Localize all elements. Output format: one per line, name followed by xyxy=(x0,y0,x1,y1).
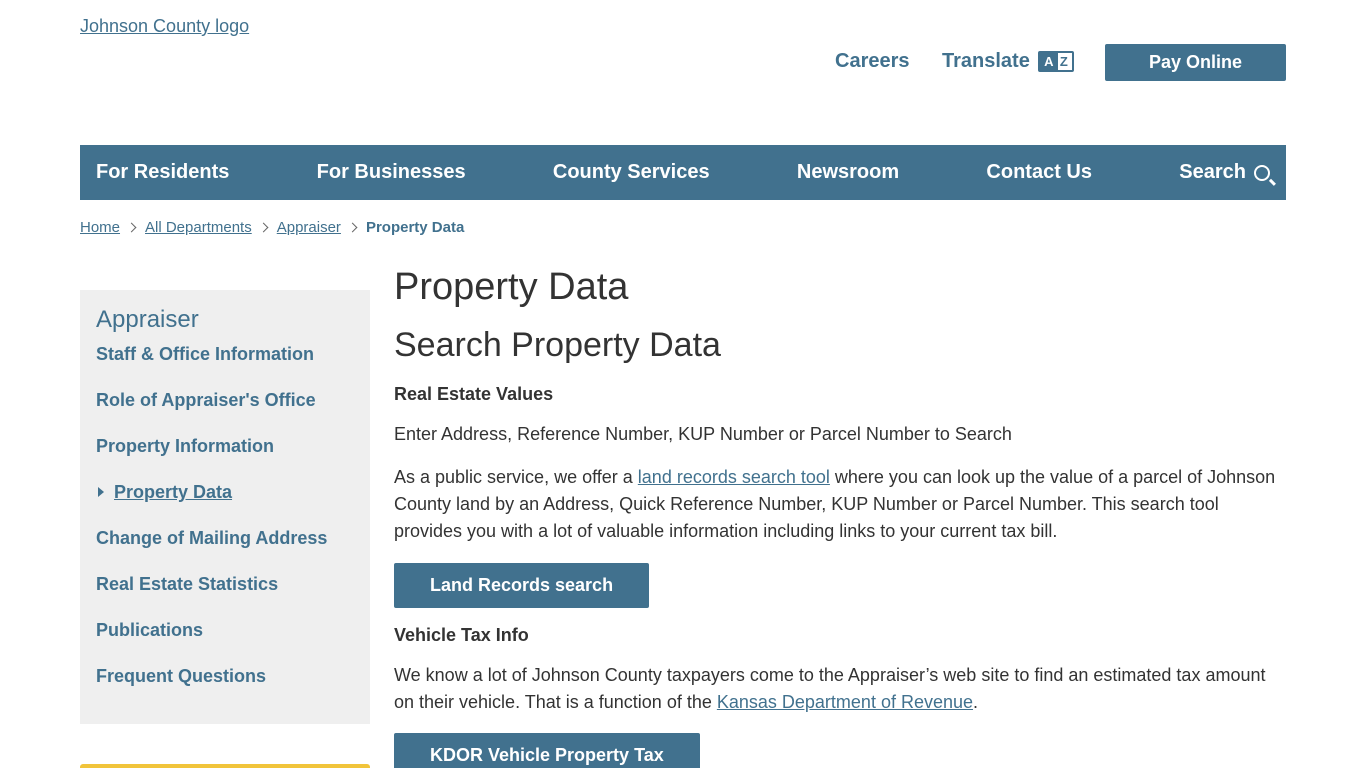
kdor-vehicle-tax-button[interactable]: KDOR Vehicle Property Tax xyxy=(394,733,700,768)
chevron-right-icon xyxy=(126,222,137,233)
sidebar-item-property-information[interactable]: Property Information xyxy=(96,434,354,480)
nav-county-services[interactable]: County Services xyxy=(553,161,710,184)
sidebar-title: Appraiser xyxy=(96,306,199,333)
sidebar-item-property-data[interactable]: Property Data xyxy=(96,480,354,526)
main-nav: For Residents For Businesses County Serv… xyxy=(80,145,1286,200)
nav-for-businesses[interactable]: For Businesses xyxy=(317,161,466,184)
sidebar-next-panel xyxy=(80,764,370,768)
breadcrumb-appraiser[interactable]: Appraiser xyxy=(277,219,341,236)
translate-az-icon: AZ xyxy=(1037,51,1074,72)
real-estate-body-before: As a public service, we offer a xyxy=(394,467,638,487)
chevron-right-icon xyxy=(258,222,269,233)
nav-search-label: Search xyxy=(1179,161,1246,183)
breadcrumb: Home All Departments Appraiser Property … xyxy=(80,219,464,236)
sidebar-item-frequent-questions[interactable]: Frequent Questions xyxy=(96,664,354,710)
land-records-search-link[interactable]: land records search tool xyxy=(638,467,830,487)
vehicle-body-after: . xyxy=(973,692,979,712)
johnson-county-logo[interactable]: Johnson County logo xyxy=(80,16,249,37)
pay-online-button[interactable]: Pay Online xyxy=(1105,44,1286,81)
search-icon xyxy=(1254,164,1270,181)
breadcrumb-all-departments[interactable]: All Departments xyxy=(145,219,252,236)
kansas-dept-revenue-link[interactable]: Kansas Department of Revenue xyxy=(717,692,973,712)
sidebar-item-publications[interactable]: Publications xyxy=(96,618,354,664)
sidebar-item-staff-office[interactable]: Staff & Office Information xyxy=(96,342,354,388)
nav-for-residents[interactable]: For Residents xyxy=(96,161,229,184)
sidebar-item-label: Property Data xyxy=(114,482,233,502)
page-title: Property Data xyxy=(394,266,629,308)
translate-link[interactable]: Translate AZ xyxy=(942,50,1074,73)
vehicle-tax-body: We know a lot of Johnson County taxpayer… xyxy=(394,662,1286,716)
breadcrumb-home[interactable]: Home xyxy=(80,219,120,236)
nav-contact-us[interactable]: Contact Us xyxy=(986,161,1092,184)
land-records-search-button[interactable]: Land Records search xyxy=(394,563,650,608)
sidebar-item-change-mailing-address[interactable]: Change of Mailing Address xyxy=(96,526,354,572)
careers-link[interactable]: Careers xyxy=(835,50,910,73)
main-content: Property Data Search Property Data Real … xyxy=(394,266,1286,768)
section-title: Search Property Data xyxy=(394,326,721,364)
real-estate-body: As a public service, we offer a land rec… xyxy=(394,464,1286,545)
breadcrumb-current: Property Data xyxy=(365,219,465,236)
real-estate-intro: Enter Address, Reference Number, KUP Num… xyxy=(394,424,1012,444)
caret-right-icon xyxy=(98,487,104,497)
real-estate-heading: Real Estate Values xyxy=(394,384,554,404)
sidebar-item-role-of-office[interactable]: Role of Appraiser's Office xyxy=(96,388,354,434)
nav-newsroom[interactable]: Newsroom xyxy=(797,161,899,184)
nav-search[interactable]: Search xyxy=(1179,161,1270,184)
sidebar-item-real-estate-statistics[interactable]: Real Estate Statistics xyxy=(96,572,354,618)
vehicle-tax-heading: Vehicle Tax Info xyxy=(394,625,529,645)
chevron-right-icon xyxy=(347,222,358,233)
translate-label: Translate xyxy=(942,50,1030,72)
sidebar: Appraiser Staff & Office Information Rol… xyxy=(80,290,370,724)
